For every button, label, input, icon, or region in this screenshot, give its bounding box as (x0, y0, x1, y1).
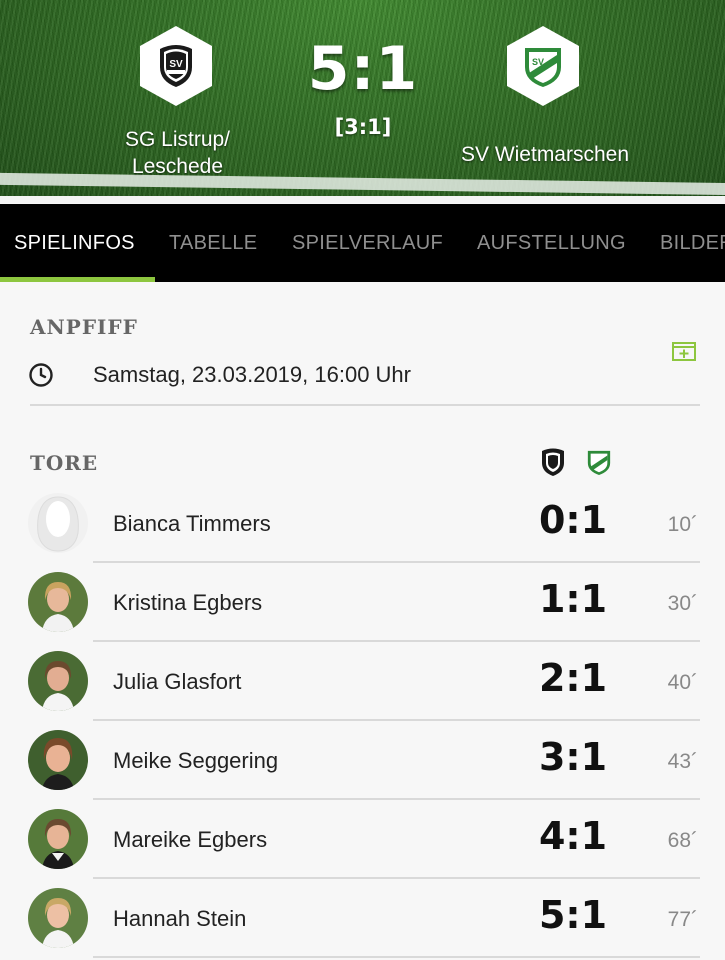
goal-minute: 77´ (667, 908, 698, 931)
tab-aufstellung[interactable]: AUFSTELLUNG (477, 232, 626, 255)
halftime-score: [3:1] (334, 115, 392, 139)
kickoff-datetime: Samstag, 23.03.2019, 16:00 Uhr (93, 362, 411, 387)
player-avatar-placeholder (28, 493, 88, 553)
player-avatar (28, 888, 88, 948)
goal-scorer: Mareike Egbers (113, 827, 268, 852)
final-score: 5:1 (307, 34, 419, 104)
away-team-name[interactable]: SV Wietmarschen (430, 141, 660, 168)
svg-text:SV: SV (169, 59, 183, 70)
tab-spielverlauf[interactable]: SPIELVERLAUF (292, 232, 443, 255)
svg-text:SV: SV (532, 57, 544, 67)
goal-scorer: Kristina Egbers (113, 590, 263, 615)
goal-row[interactable]: Julia Glasfort 2:1 40´ (0, 642, 725, 721)
clock-icon (29, 363, 53, 387)
goal-scorer: Bianca Timmers (113, 511, 271, 536)
player-avatar (28, 572, 88, 632)
tab-spielinfos[interactable]: SPIELINFOS (14, 232, 135, 255)
goal-row[interactable]: Bianca Timmers 0:1 10´ (0, 484, 725, 563)
goal-minute: 40´ (667, 671, 698, 694)
home-team-name[interactable]: SG Listrup/ Leschede (95, 126, 260, 180)
section-divider (30, 404, 700, 406)
calendar-add-icon[interactable] (672, 341, 696, 361)
tab-bilder[interactable]: BILDER (660, 232, 725, 255)
goal-score: 1:1 (538, 577, 608, 621)
away-team-crest-icon[interactable]: SV (507, 26, 579, 106)
goal-score: 5:1 (538, 893, 608, 937)
away-team-mini-crest-icon (587, 450, 611, 475)
home-team-crest-icon[interactable]: SV (140, 26, 212, 106)
goal-scorer: Julia Glasfort (113, 669, 242, 694)
tab-bar: SPIELINFOS TABELLE SPIELVERLAUF AUFSTELL… (0, 204, 725, 282)
match-header: SV SG Listrup/ Leschede 5:1 [3:1] SV SV … (0, 0, 725, 203)
goals-title: TORE (30, 451, 99, 475)
goal-minute: 43´ (667, 750, 698, 773)
header-edge (0, 196, 725, 203)
home-team-mini-crest-icon (542, 448, 564, 476)
goal-score: 4:1 (538, 814, 608, 858)
goal-score: 2:1 (538, 656, 608, 700)
goal-row[interactable]: Meike Seggering 3:1 43´ (0, 721, 725, 800)
goal-score: 3:1 (538, 735, 608, 779)
player-avatar (28, 730, 88, 790)
goal-minute: 30´ (667, 592, 698, 615)
goal-minute: 68´ (667, 829, 698, 852)
tab-tabelle[interactable]: TABELLE (169, 232, 257, 255)
goal-row[interactable]: Hannah Stein 5:1 77´ (0, 879, 725, 958)
goal-scorer: Meike Seggering (113, 748, 279, 773)
active-tab-indicator (0, 277, 155, 282)
player-avatar (28, 651, 88, 711)
player-avatar (28, 809, 88, 869)
goal-row[interactable]: Kristina Egbers 1:1 30´ (0, 563, 725, 642)
goal-scorer: Hannah Stein (113, 906, 247, 931)
row-divider (93, 956, 700, 958)
goal-row[interactable]: Mareike Egbers 4:1 68´ (0, 800, 725, 879)
goal-minute: 10´ (667, 513, 698, 536)
goal-score: 0:1 (538, 498, 608, 542)
kickoff-title: ANPFIFF (30, 315, 138, 339)
